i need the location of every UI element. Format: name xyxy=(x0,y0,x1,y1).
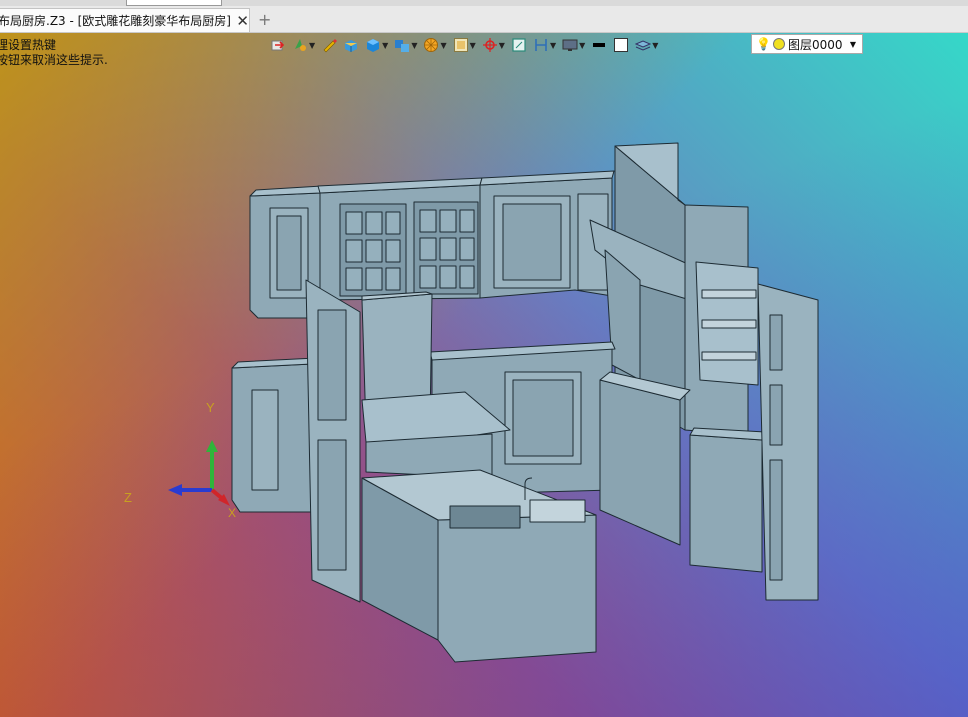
render-button[interactable]: ▼ xyxy=(562,37,585,53)
color-button[interactable] xyxy=(613,37,629,53)
section-button[interactable]: ▼ xyxy=(423,37,447,53)
hint-line-2: 按钮来取消这些提示. xyxy=(0,53,108,67)
axis-x-label: X xyxy=(228,506,236,520)
display-mode-icon xyxy=(295,39,306,51)
line-style-icon xyxy=(593,43,606,47)
display-mode-button[interactable]: ▼ xyxy=(292,37,315,53)
section-icon xyxy=(424,38,439,52)
component-button[interactable]: ▼ xyxy=(394,37,417,53)
right-base-cabinet xyxy=(689,434,763,573)
view-orient-icon xyxy=(271,40,285,51)
frame-icon xyxy=(512,38,526,52)
axis-y-label: Y xyxy=(206,400,215,415)
view-toolbar: ▼ ▼ ▼ ▼ ▼ ▼ ▼ ▼ ▼ xyxy=(270,34,664,56)
chevron-down-icon[interactable]: ▼ xyxy=(850,40,856,49)
layers-button[interactable]: ▼ xyxy=(635,37,658,53)
dimension-button[interactable]: ▼ xyxy=(533,37,556,53)
document-tab[interactable]: 布局厨房.Z3 - [欧式雕花雕刻豪华布局厨房] ✕ xyxy=(0,8,250,32)
shaded-box-icon xyxy=(345,40,358,52)
stove-range xyxy=(599,379,681,546)
shaded-button[interactable] xyxy=(343,37,359,53)
document-tab-title: 布局厨房.Z3 - [欧式雕花雕刻豪华布局厨房] xyxy=(0,14,231,28)
solid-button[interactable]: ▼ xyxy=(365,37,388,53)
snap-button[interactable]: ▼ xyxy=(482,37,505,53)
quick-access-bar xyxy=(0,0,968,6)
snap-icon xyxy=(482,38,497,52)
render-icon xyxy=(562,39,578,51)
zoom-fit-button[interactable]: ▼ xyxy=(453,37,476,53)
new-tab-button[interactable]: + xyxy=(258,10,271,29)
zoom-fit-icon xyxy=(453,38,468,52)
axis-z-label: Z xyxy=(124,490,132,505)
frame-button[interactable] xyxy=(511,37,527,53)
color-square-icon xyxy=(614,38,629,52)
lightbulb-icon[interactable]: 💡 xyxy=(756,37,771,51)
right-door xyxy=(757,283,819,601)
axis-triad: Y Z X xyxy=(124,400,236,520)
quick-access-field[interactable] xyxy=(126,0,222,6)
component-icon xyxy=(395,40,410,52)
kitchen-model[interactable] xyxy=(0,32,968,717)
view-orient-button[interactable] xyxy=(270,37,286,53)
hint-text: 理设置热键 按钮来取消这些提示. xyxy=(0,38,108,68)
title-tab-bar: 布局厨房.Z3 - [欧式雕花雕刻豪华布局厨房] ✕ + xyxy=(0,0,968,33)
solid-box-icon xyxy=(367,39,380,52)
layer-color-icon xyxy=(772,38,785,50)
pencil-icon xyxy=(323,39,338,53)
hint-line-1: 理设置热键 xyxy=(0,38,57,52)
close-icon[interactable]: ✕ xyxy=(236,12,249,30)
line-style-button[interactable] xyxy=(591,37,607,53)
layer-value: 图层0000 xyxy=(787,37,843,52)
dimension-icon xyxy=(535,39,547,51)
layer-dropdown[interactable]: 💡 图层0000 ▼ xyxy=(751,34,863,54)
sketch-button[interactable] xyxy=(321,37,338,53)
layers-icon xyxy=(635,40,652,51)
